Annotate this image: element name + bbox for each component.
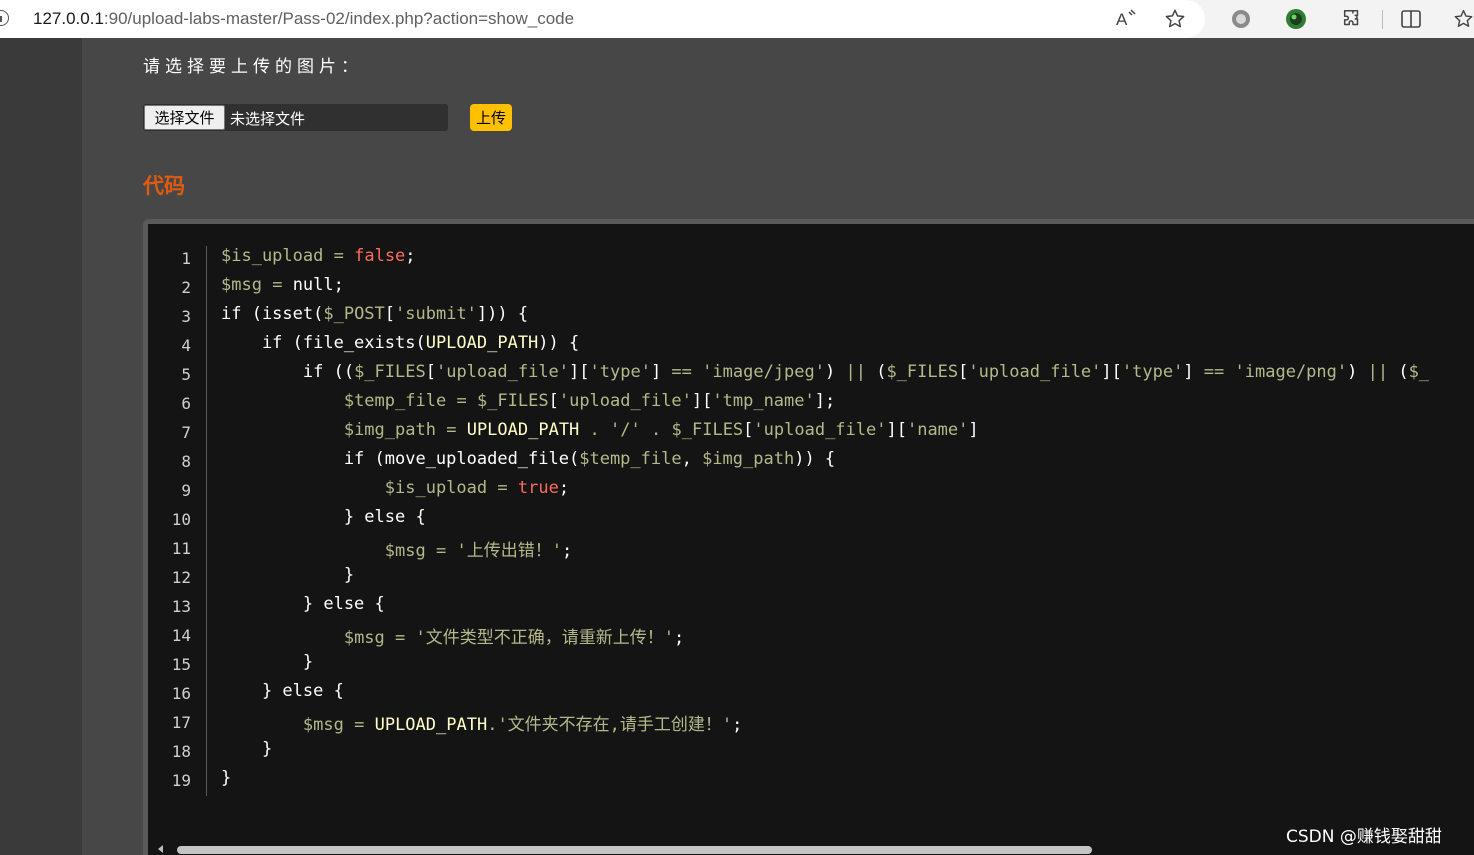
code-line: } else { xyxy=(221,681,344,701)
code-line: $is_upload = true; xyxy=(384,478,570,498)
record-icon[interactable] xyxy=(1228,6,1254,32)
line-number: 2 xyxy=(181,278,191,297)
url-path: :90/upload-labs-master/Pass-02/index.php… xyxy=(103,9,575,28)
code-line: $temp_file = $_FILES['upload_file']['tmp… xyxy=(343,391,836,411)
url-host: 127.0.0.1 xyxy=(33,9,104,28)
line-number: 18 xyxy=(171,742,191,761)
svg-text:A: A xyxy=(1116,10,1128,29)
split-screen-icon[interactable] xyxy=(1398,6,1424,32)
line-number: 13 xyxy=(171,597,191,616)
code-line: } xyxy=(221,739,273,759)
scrollbar-thumb[interactable] xyxy=(177,846,1092,854)
toolbar-divider xyxy=(1382,10,1383,29)
code-line: if (($_FILES['upload_file']['type'] == '… xyxy=(221,362,1430,382)
address-bar[interactable]: 127.0.0.1:90/upload-labs-master/Pass-02/… xyxy=(0,0,1205,38)
line-number: 9 xyxy=(181,481,191,500)
line-number: 19 xyxy=(171,771,191,790)
line-number: 16 xyxy=(171,684,191,703)
code-line: } else { xyxy=(221,507,426,527)
code-line: $img_path = UPLOAD_PATH . '/' . $_FILES[… xyxy=(343,420,979,440)
code-line: $msg = null; xyxy=(221,275,344,295)
left-sidebar-strip xyxy=(0,38,82,855)
code-line: } else { xyxy=(221,594,385,614)
extensions-puzzle-icon[interactable] xyxy=(1339,6,1365,32)
browser-toolbar: 127.0.0.1:90/upload-labs-master/Pass-02/… xyxy=(0,0,1474,38)
code-line: if (file_exists(UPLOAD_PATH)) { xyxy=(221,333,580,353)
upload-label: 请选择要上传的图片： xyxy=(143,57,363,77)
gutter-divider xyxy=(206,246,207,796)
favorite-star-icon[interactable] xyxy=(1162,6,1188,32)
code-line: if (isset($_POST['submit'])) { xyxy=(221,304,529,324)
watermark: CSDN @赚钱娶甜甜 xyxy=(1286,827,1442,847)
code-section-title: 代码 xyxy=(143,174,185,198)
url-text[interactable]: 127.0.0.1:90/upload-labs-master/Pass-02/… xyxy=(33,9,574,29)
line-number: 17 xyxy=(171,713,191,732)
file-status-text: 未选择文件 xyxy=(230,110,306,128)
line-number: 3 xyxy=(181,307,191,326)
line-number: 5 xyxy=(181,365,191,384)
code-line: $msg = UPLOAD_PATH.'文件夹不存在,请手工创建！'; xyxy=(302,715,743,735)
code-line: $msg = '文件类型不正确，请重新上传！'; xyxy=(343,628,685,648)
line-number: 15 xyxy=(171,655,191,674)
code-line: } xyxy=(221,768,232,788)
line-number: 10 xyxy=(171,510,191,529)
line-number: 1 xyxy=(181,249,191,268)
line-number: 6 xyxy=(181,394,191,413)
line-number: 12 xyxy=(171,568,191,587)
code-line: $msg = '上传出错！'; xyxy=(384,541,573,561)
choose-file-button[interactable]: 选择文件 xyxy=(144,105,225,130)
upload-submit-button[interactable]: 上传 xyxy=(470,104,512,131)
line-number: 14 xyxy=(171,626,191,645)
info-icon[interactable] xyxy=(0,10,9,26)
read-aloud-icon[interactable]: A xyxy=(1113,6,1139,32)
code-line: $is_upload = false; xyxy=(221,246,416,266)
line-number: 11 xyxy=(171,539,191,558)
code-line: } xyxy=(221,565,355,585)
extension-green-icon[interactable] xyxy=(1283,6,1309,32)
code-line: if (move_uploaded_file($temp_file, $img_… xyxy=(221,449,836,469)
code-line: } xyxy=(221,652,314,672)
line-number: 8 xyxy=(181,452,191,471)
line-number: 7 xyxy=(181,423,191,442)
line-number: 4 xyxy=(181,336,191,355)
scroll-left-arrow-icon[interactable] xyxy=(158,845,163,853)
favorites-icon[interactable] xyxy=(1453,6,1474,32)
